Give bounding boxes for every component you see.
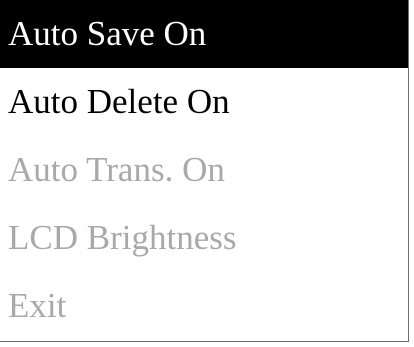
menu-item-exit: Exit xyxy=(8,286,67,325)
menu-item-auto-save[interactable]: Auto Save On xyxy=(0,0,408,68)
menu-item-auto-trans: Auto Trans. On xyxy=(8,150,225,189)
menu-item-auto-delete[interactable]: Auto Delete On xyxy=(0,68,408,136)
settings-menu: Auto Save On Auto Delete On Auto Trans. … xyxy=(0,0,409,342)
menu-item-lcd-brightness: LCD Brightness xyxy=(8,218,237,257)
